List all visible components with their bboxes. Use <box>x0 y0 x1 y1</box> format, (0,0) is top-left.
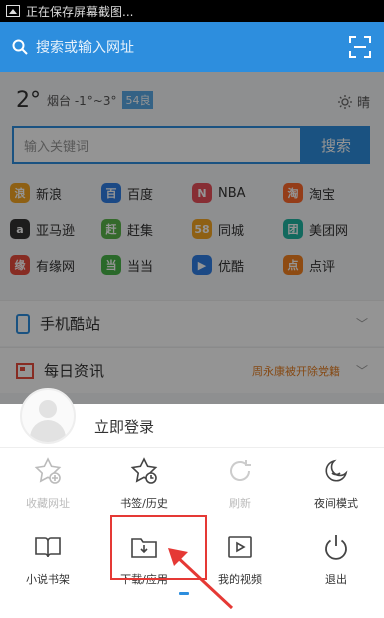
nba-icon: N <box>192 183 212 203</box>
quick-link-label: NBA <box>218 185 246 201</box>
screenshot-icon <box>6 5 20 17</box>
menu-item-label: 书签/历史 <box>120 497 168 510</box>
chevron-down-icon: ﹀ <box>355 317 368 331</box>
quick-link[interactable]: 团美团网 <box>283 218 374 240</box>
quick-link-label: 淘宝 <box>309 187 336 203</box>
quick-link-label: 新浪 <box>36 187 63 203</box>
quick-link-label: 有缘网 <box>36 259 76 275</box>
daily-news-section[interactable]: 每日资讯 周永康被开除党籍 ﹀ <box>0 347 384 393</box>
meituan-icon: 团 <box>283 219 303 239</box>
star-add-icon <box>33 456 63 489</box>
menu-item[interactable]: 小说书架 <box>0 532 96 594</box>
quick-link[interactable]: 当当当 <box>101 254 192 276</box>
weather-condition: 晴 <box>337 92 370 111</box>
refresh-icon <box>225 456 255 489</box>
quick-link-label: 优酷 <box>218 259 245 275</box>
quick-link-label: 当当 <box>127 259 154 275</box>
taobao-icon: 淘 <box>283 183 303 203</box>
weather-condition-text: 晴 <box>356 96 370 111</box>
weather-city: 烟台 -1°~3° <box>47 94 117 108</box>
keyword-search-button-label: 搜索 <box>320 136 351 155</box>
quick-link[interactable]: 点点评 <box>283 254 374 276</box>
chevron-down-icon: ﹀ <box>355 364 368 378</box>
quick-link[interactable]: 淘淘宝 <box>283 182 374 204</box>
menu-item[interactable]: 书签/历史 <box>96 456 192 518</box>
avatar[interactable] <box>20 388 76 444</box>
quick-link[interactable]: 赶赶集 <box>101 218 192 240</box>
menu-item[interactable]: 退出 <box>288 532 384 594</box>
ganji-icon: 赶 <box>101 219 121 239</box>
book-icon <box>33 532 63 565</box>
quick-link-label: 百度 <box>127 187 154 203</box>
menu-item-label: 刷新 <box>229 497 251 510</box>
quick-link[interactable]: 58 同城 <box>192 218 283 240</box>
mobile-sites-label: 手机酷站 <box>40 315 101 333</box>
keyword-search: 输入关键词 搜索 <box>12 126 370 164</box>
keyword-search-button[interactable]: 搜索 <box>302 126 370 164</box>
search-icon <box>12 39 28 55</box>
mobile-sites-section[interactable]: 手机酷站 ﹀ <box>0 300 384 346</box>
star-clock-icon <box>129 456 159 489</box>
dianping-icon: 点 <box>283 255 303 275</box>
quick-link[interactable]: a 亚马逊 <box>10 218 101 240</box>
status-text: 正在保存屏幕截图... <box>26 4 134 19</box>
quick-link[interactable]: N NBA <box>192 182 283 204</box>
moon-icon <box>321 456 351 489</box>
dangdang-icon: 当 <box>101 255 121 275</box>
pointer-arrow-icon <box>168 548 234 610</box>
quick-link-label: 点评 <box>309 259 336 275</box>
keyword-input[interactable]: 输入关键词 <box>12 126 302 164</box>
login-link[interactable]: 立即登录 <box>94 416 154 437</box>
quick-link[interactable]: 缘有缘网 <box>10 254 101 276</box>
quick-link[interactable]: ▶ 优酷 <box>192 254 283 276</box>
quick-link[interactable]: 百百度 <box>101 182 192 204</box>
news-icon <box>16 362 34 379</box>
daily-news-label: 每日资讯 <box>44 362 105 380</box>
menu-item[interactable]: 夜间模式 <box>288 456 384 518</box>
quick-link-label: 赶集 <box>127 223 154 239</box>
menu-item[interactable]: 收藏网址 <box>0 456 96 518</box>
menu-item-label: 小说书架 <box>26 573 70 586</box>
menu-item-label: 收藏网址 <box>26 497 70 510</box>
baidu-paw-icon: 百 <box>101 183 121 203</box>
url-search-placeholder: 搜索或输入网址 <box>36 40 134 56</box>
scan-icon <box>349 36 371 58</box>
youyuan-icon: 缘 <box>10 255 30 275</box>
divider <box>0 447 384 448</box>
weibo-icon: 浪 <box>10 183 30 203</box>
scan-button[interactable] <box>348 35 372 59</box>
menu-item[interactable]: 刷新 <box>192 456 288 518</box>
menu-item-label: 夜间模式 <box>314 497 358 510</box>
top-bar: 搜索或输入网址 <box>0 22 384 72</box>
quick-link-label: 同城 <box>218 223 245 239</box>
quick-links: 浪新浪百百度 N NBA 淘淘宝 a 亚马逊赶赶集 58 同城团美团网缘有缘网当当当 ▶ 优酷点点… <box>10 182 374 276</box>
amazon-icon: a <box>10 219 30 239</box>
quick-link[interactable]: 浪新浪 <box>10 182 101 204</box>
phone-icon <box>16 313 30 334</box>
youku-icon: ▶ <box>192 255 212 275</box>
url-search-box[interactable]: 搜索或输入网址 <box>12 30 348 64</box>
weather-widget[interactable]: 2° 烟台 -1°~3° 54良 <box>16 88 154 113</box>
sun-icon <box>337 94 352 109</box>
keyword-placeholder: 输入关键词 <box>24 139 90 155</box>
news-headline[interactable]: 周永康被开除党籍 <box>252 363 340 379</box>
aqi-badge: 54良 <box>122 91 154 109</box>
power-icon <box>321 532 351 565</box>
quick-link-label: 亚马逊 <box>36 223 76 239</box>
menu-item-label: 退出 <box>325 573 347 586</box>
weather-temp: 2° <box>16 88 41 113</box>
58-icon: 58 <box>192 219 212 239</box>
quick-link-label: 美团网 <box>309 223 349 239</box>
status-bar: 正在保存屏幕截图... <box>0 0 384 22</box>
